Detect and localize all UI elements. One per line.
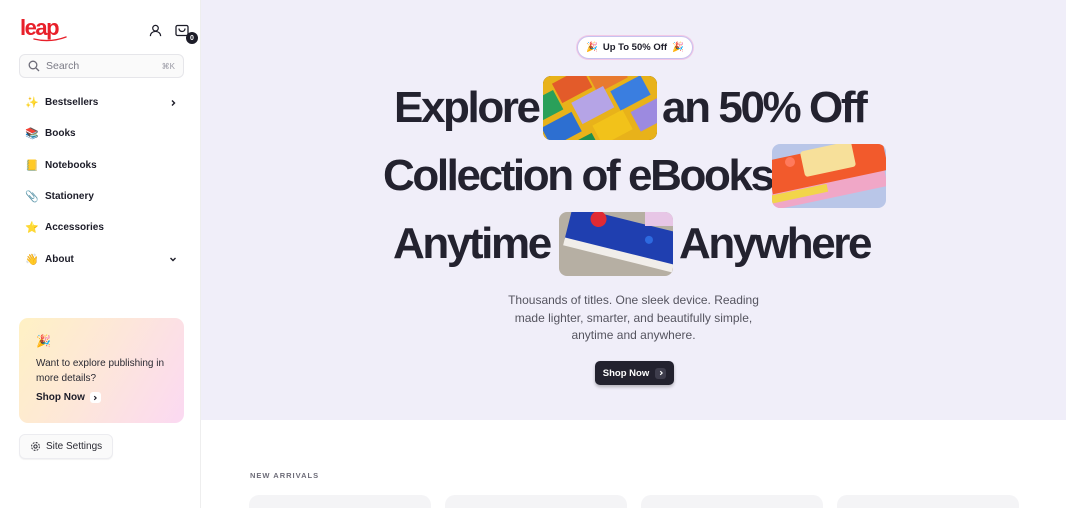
cart-count-badge: 0 [186,32,198,44]
hero-subtitle-line: Thousands of titles. One sleek device. R… [508,293,759,307]
headline-word-anytime: Anytime [393,219,552,268]
sidebar-item-about[interactable]: 👋 About [19,243,184,274]
hero-section: 🎉 Up To 50% Off 🎉 Explore an 50% Off Col… [201,0,1066,420]
star-icon: ⭐ [25,222,39,235]
sidebar-item-label: Books [45,128,76,140]
new-arrivals-heading: NEW ARRIVALS [250,471,320,480]
hero-subtitle-line: made lighter, smarter, and beautifully s… [514,310,753,325]
chevron-right-icon [89,392,101,403]
cart-icon[interactable]: 0 [173,21,198,44]
product-card[interactable] [837,495,1019,508]
promo-shop-now-link[interactable]: Shop Now [36,392,101,403]
sidebar-item-notebooks[interactable]: 📒 Notebooks [19,150,184,181]
sidebar-item-stationery[interactable]: 📎 Stationery [19,181,184,212]
promo-text: Want to explore publishing in more detai… [36,358,165,384]
product-card[interactable] [445,495,627,508]
sidebar-item-label: Stationery [45,191,94,203]
sidebar-item-label: Bestsellers [45,97,99,109]
hero-cta-label: Shop Now [602,367,650,379]
blue-book-image [559,212,673,276]
party-popper-icon: 🎉 [36,334,51,348]
sidebar-item-label: Notebooks [45,159,97,171]
headline-word-explore: Explore [394,83,541,132]
search-input[interactable] [46,60,146,72]
gear-icon [31,442,40,451]
promo-link-label: Shop Now [36,392,85,403]
product-card[interactable] [249,495,431,508]
site-settings-label: Site Settings [46,441,103,452]
colorful-books-image [543,76,657,140]
search-icon [28,60,40,72]
sidebar-item-label: About [45,253,74,265]
chevron-right-icon [655,367,667,379]
chevron-down-icon[interactable] [168,254,178,264]
waving-hand-icon: 👋 [25,253,39,266]
sidebar: leap 0 ⌘K ✨ Bestsellers 📚 Books 📒 Notebo… [0,0,201,508]
sparkles-icon: ✨ [25,97,39,110]
paperclip-icon: 📎 [25,191,39,204]
sidebar-item-label: Accessories [45,222,104,234]
hero-subtitle-line: anytime and anywhere. [571,328,696,342]
publishing-promo-card: 🎉 Want to explore publishing in more det… [19,318,184,423]
sidebar-item-accessories[interactable]: ⭐ Accessories [19,212,184,243]
product-card[interactable] [641,495,823,508]
search-bar[interactable]: ⌘K [19,54,184,78]
chevron-right-icon[interactable] [168,98,178,108]
logo-text: leap [20,16,59,40]
pink-notebook-image [772,144,886,208]
sidebar-item-books[interactable]: 📚 Books [19,118,184,149]
hero-shop-now-button[interactable]: Shop Now [595,361,674,385]
headline-collection-text: Collection of eBooks [383,151,775,200]
site-settings-button[interactable]: Site Settings [19,434,114,459]
headline-discount-text: an 50% Off [662,83,868,132]
sidebar-nav: ✨ Bestsellers 📚 Books 📒 Notebooks 📎 Stat… [19,87,184,275]
leap-logo[interactable]: leap [20,16,70,42]
notebook-icon: 📒 [25,159,39,172]
headline-word-anywhere: Anywhere [679,219,872,268]
hero-subtitle: Thousands of titles. One sleek device. R… [201,292,1066,345]
search-shortcut: ⌘K [161,61,175,71]
user-icon[interactable] [146,21,164,39]
sidebar-item-bestsellers[interactable]: ✨ Bestsellers [19,87,184,118]
hero-headline: Explore an 50% Off Collection of eBooks … [201,0,1066,290]
books-icon: 📚 [25,128,39,141]
